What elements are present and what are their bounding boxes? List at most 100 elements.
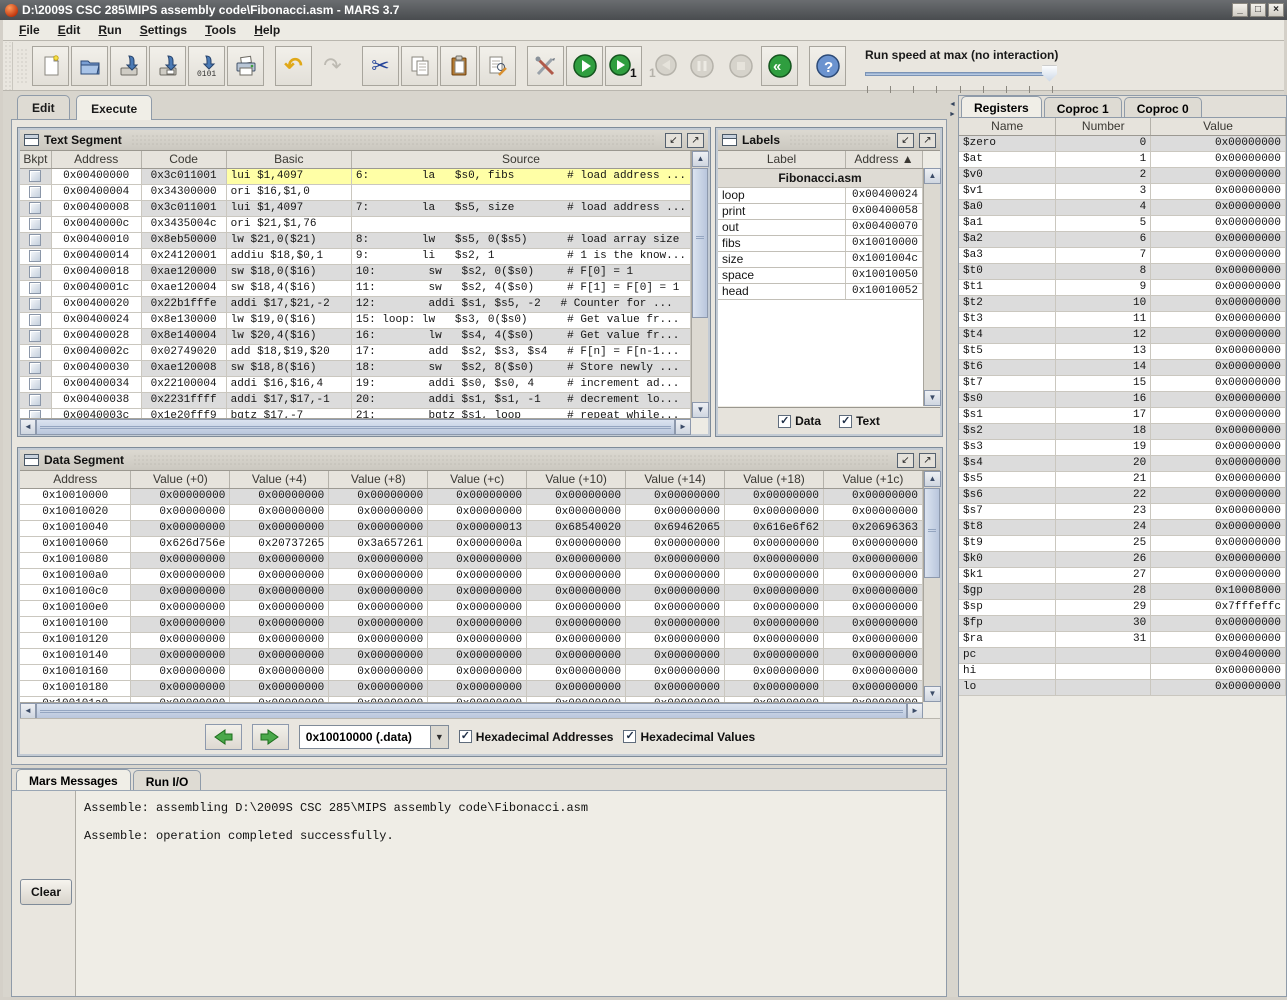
table-cell[interactable]: 0x00000000 bbox=[329, 488, 428, 504]
table-cell[interactable]: $s6 bbox=[959, 487, 1056, 503]
text-segment-vertical-scrollbar[interactable]: ▲ ▼ bbox=[691, 151, 708, 418]
checkbox-checked-icon[interactable] bbox=[623, 730, 636, 743]
undo-button[interactable]: ↶ bbox=[275, 46, 312, 86]
table-cell[interactable]: 0x00000000 bbox=[725, 536, 824, 552]
column-header[interactable]: Code bbox=[141, 151, 226, 168]
table-cell[interactable]: 8 bbox=[1056, 263, 1151, 279]
table-cell[interactable]: print bbox=[718, 203, 846, 219]
table-cell[interactable]: pc bbox=[959, 647, 1056, 663]
table-cell[interactable]: $s0 bbox=[959, 391, 1056, 407]
table-cell[interactable]: 0x00000000 bbox=[428, 664, 527, 680]
memory-base-combobox[interactable]: 0x10010000 (.data) ▼ bbox=[299, 725, 449, 749]
table-cell[interactable]: 0x10010000 bbox=[20, 488, 131, 504]
column-header[interactable]: Value (+10) bbox=[527, 471, 626, 488]
table-cell[interactable]: $t8 bbox=[959, 519, 1056, 535]
run-button[interactable] bbox=[566, 46, 603, 86]
table-cell[interactable]: 0x00000000 bbox=[725, 632, 824, 648]
table-cell[interactable]: 26 bbox=[1056, 551, 1151, 567]
table-cell[interactable]: $t2 bbox=[959, 295, 1056, 311]
table-cell[interactable]: 0x00000000 bbox=[131, 648, 230, 664]
table-cell[interactable]: 0x100100e0 bbox=[20, 600, 131, 616]
column-header[interactable]: Value (+0) bbox=[131, 471, 230, 488]
table-cell[interactable]: 0x100100a0 bbox=[20, 568, 131, 584]
save-button[interactable] bbox=[110, 46, 147, 86]
table-cell[interactable]: $sp bbox=[959, 599, 1056, 615]
table-cell[interactable]: 0x10010100 bbox=[20, 616, 131, 632]
table-cell[interactable]: 0x00000000 bbox=[823, 648, 922, 664]
table-cell[interactable]: $s5 bbox=[959, 471, 1056, 487]
table-cell[interactable]: 0x00000000 bbox=[626, 664, 725, 680]
table-cell[interactable]: 0x00000000 bbox=[1151, 551, 1286, 567]
table-cell[interactable]: 0x616e6f62 bbox=[725, 520, 824, 536]
table-cell[interactable]: 0x00000000 bbox=[329, 664, 428, 680]
breakpoint-checkbox[interactable] bbox=[29, 314, 41, 326]
table-cell[interactable]: 17 bbox=[1056, 407, 1151, 423]
table-cell[interactable]: 0x00000000 bbox=[626, 600, 725, 616]
table-cell[interactable]: 0x00000000 bbox=[329, 680, 428, 696]
labels-titlebar[interactable]: Labels ↙ ↗ bbox=[718, 130, 940, 151]
table-cell[interactable]: $ra bbox=[959, 631, 1056, 647]
table-cell[interactable]: 0x7fffeffc bbox=[1151, 599, 1286, 615]
table-cell[interactable]: 0x00000000 bbox=[1151, 407, 1286, 423]
table-cell[interactable]: 0x00000000 bbox=[1151, 567, 1286, 583]
table-cell[interactable]: 0x00000000 bbox=[527, 600, 626, 616]
combo-dropdown-icon[interactable]: ▼ bbox=[430, 726, 448, 748]
table-cell[interactable]: 19 bbox=[1056, 439, 1151, 455]
table-cell[interactable]: 0x00000000 bbox=[626, 568, 725, 584]
table-cell[interactable]: 0x00000000 bbox=[823, 600, 922, 616]
column-header[interactable]: Value bbox=[1151, 118, 1286, 135]
table-cell[interactable]: $t9 bbox=[959, 535, 1056, 551]
table-cell[interactable]: $s1 bbox=[959, 407, 1056, 423]
table-cell[interactable]: 0x00000000 bbox=[1151, 215, 1286, 231]
slider-handle[interactable] bbox=[1042, 66, 1057, 82]
table-cell[interactable]: 0x00000000 bbox=[725, 488, 824, 504]
table-cell[interactable]: 0x00000000 bbox=[1151, 391, 1286, 407]
table-cell[interactable]: 0x00000000 bbox=[527, 504, 626, 520]
table-cell[interactable]: 0x00000000 bbox=[428, 568, 527, 584]
table-cell[interactable]: $t0 bbox=[959, 263, 1056, 279]
print-button[interactable] bbox=[227, 46, 264, 86]
table-cell[interactable]: 0x00000000 bbox=[527, 648, 626, 664]
table-cell[interactable]: 29 bbox=[1056, 599, 1151, 615]
table-cell[interactable]: 0x00000000 bbox=[1151, 199, 1286, 215]
menu-edit[interactable]: Edit bbox=[50, 21, 89, 39]
table-cell[interactable]: 0x00000000 bbox=[1151, 519, 1286, 535]
frame-maximize-icon[interactable]: ↗ bbox=[919, 133, 936, 148]
scroll-thumb[interactable] bbox=[924, 488, 940, 578]
table-cell[interactable]: 0x00000000 bbox=[823, 616, 922, 632]
table-cell[interactable]: $v1 bbox=[959, 183, 1056, 199]
table-cell[interactable]: 0x10010140 bbox=[20, 648, 131, 664]
breakpoint-checkbox[interactable] bbox=[29, 378, 41, 390]
table-cell[interactable]: 23 bbox=[1056, 503, 1151, 519]
table-cell[interactable]: lo bbox=[959, 679, 1056, 695]
table-cell[interactable]: 0x00000000 bbox=[823, 504, 922, 520]
table-cell[interactable]: $s4 bbox=[959, 455, 1056, 471]
scroll-left-icon[interactable]: ◄ bbox=[20, 703, 36, 719]
collapse-right-icon[interactable]: ► bbox=[949, 111, 956, 118]
scroll-thumb[interactable] bbox=[692, 168, 708, 318]
table-cell[interactable]: 0x00000000 bbox=[725, 568, 824, 584]
table-cell[interactable]: 0x00000000 bbox=[1151, 327, 1286, 343]
tab-run-io[interactable]: Run I/O bbox=[133, 770, 202, 790]
table-cell[interactable]: 0x10010180 bbox=[20, 680, 131, 696]
data-segment-horizontal-scrollbar[interactable]: ◄ ► bbox=[20, 702, 923, 718]
table-cell[interactable]: size bbox=[718, 251, 846, 267]
table-cell[interactable]: 0x00000000 bbox=[329, 584, 428, 600]
table-cell[interactable]: 27 bbox=[1056, 567, 1151, 583]
table-cell[interactable]: hi bbox=[959, 663, 1056, 679]
table-cell[interactable]: $fp bbox=[959, 615, 1056, 631]
table-cell[interactable]: 0x00000000 bbox=[131, 664, 230, 680]
breakpoint-checkbox[interactable] bbox=[29, 186, 41, 198]
prev-memory-button[interactable] bbox=[205, 724, 242, 750]
table-cell[interactable]: 0x00000000 bbox=[428, 600, 527, 616]
table-cell[interactable]: 0x00000000 bbox=[230, 616, 329, 632]
collapse-left-icon[interactable]: ◄ bbox=[949, 101, 956, 108]
table-cell[interactable]: 0x00000000 bbox=[131, 520, 230, 536]
column-header[interactable]: Address bbox=[51, 151, 141, 168]
table-cell[interactable]: 0x00000000 bbox=[230, 520, 329, 536]
table-cell[interactable]: 0x00000000 bbox=[1151, 439, 1286, 455]
breakpoint-checkbox[interactable] bbox=[29, 282, 41, 294]
text-segment-titlebar[interactable]: Text Segment ↙ ↗ bbox=[20, 130, 708, 151]
table-cell[interactable]: 0x00000000 bbox=[131, 568, 230, 584]
table-cell[interactable]: 22 bbox=[1056, 487, 1151, 503]
